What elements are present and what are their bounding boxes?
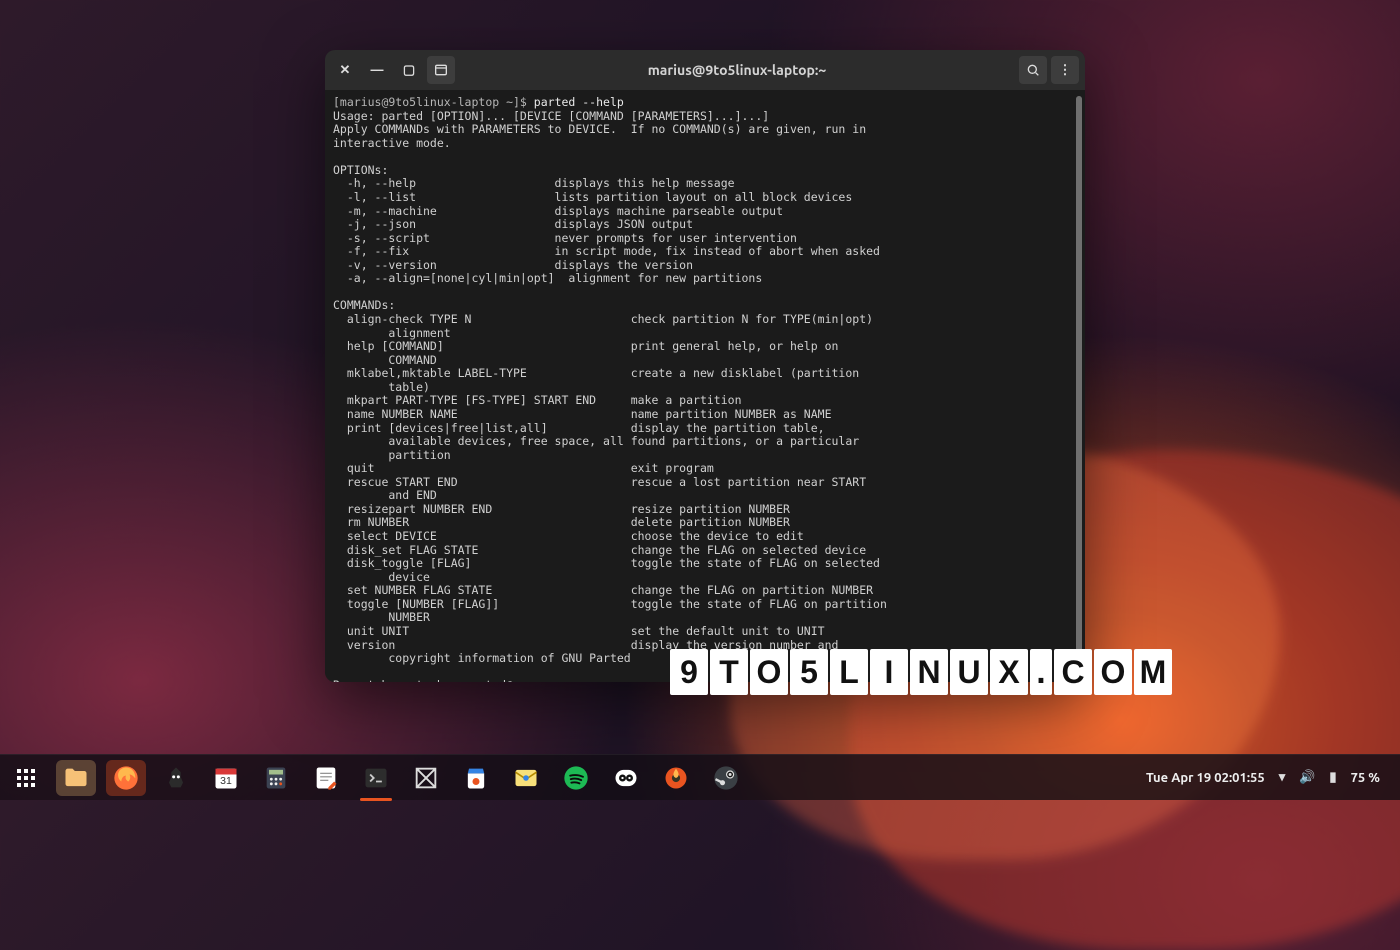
maximize-button[interactable]: ▢ — [395, 56, 423, 84]
terminal-lines: Usage: parted [OPTION]... [DEVICE [COMMA… — [333, 109, 887, 682]
watermark-tile: O — [1094, 649, 1132, 695]
menu-button[interactable]: ⋮ — [1051, 56, 1079, 84]
prompt-host: [marius@9to5linux-laptop ~]$ — [333, 95, 534, 109]
network-icon[interactable]: ▾ — [1279, 770, 1286, 785]
minimize-button[interactable]: — — [363, 56, 391, 84]
dock-icon-files[interactable] — [56, 760, 96, 796]
dock-icon-firefox[interactable] — [106, 760, 146, 796]
dock-icon-show-applications[interactable] — [6, 760, 46, 796]
watermark-tile: L — [830, 649, 868, 695]
dock-icon-text-editor[interactable] — [306, 760, 346, 796]
svg-text:31: 31 — [220, 774, 232, 786]
dock-icon-software[interactable] — [456, 760, 496, 796]
watermark-tile: T — [710, 649, 748, 695]
dock-icon-owl[interactable] — [606, 760, 646, 796]
watermark-tile: I — [870, 649, 908, 695]
volume-icon[interactable]: 🔊 — [1299, 770, 1315, 785]
window-title: marius@9to5linux-laptop:~ — [459, 62, 1015, 78]
watermark-tile: M — [1134, 649, 1172, 695]
close-button[interactable]: ✕ — [331, 56, 359, 84]
new-tab-button[interactable] — [427, 56, 455, 84]
dock-icon-terminal[interactable] — [356, 760, 396, 796]
watermark-tile: 9 — [670, 649, 708, 695]
prompt-command: parted --help — [534, 95, 624, 109]
dock-icon-mail[interactable] — [506, 760, 546, 796]
dock-icon-obs[interactable] — [656, 760, 696, 796]
dock-icon-spotify[interactable] — [556, 760, 596, 796]
taskbar: 31 Tue Apr 19 02:01:55 ▾ 🔊 ▮ 75 % — [0, 754, 1400, 800]
watermark-tile: N — [910, 649, 948, 695]
dock-icon-hollow-knight[interactable] — [156, 760, 196, 796]
dock-icon-steam[interactable] — [706, 760, 746, 796]
site-watermark: 9TO5LINUX.COM — [670, 649, 1172, 695]
watermark-tile: . — [1030, 649, 1052, 695]
watermark-tile: C — [1054, 649, 1092, 695]
watermark-tile: 5 — [790, 649, 828, 695]
terminal-output[interactable]: [marius@9to5linux-laptop ~]$ parted --he… — [325, 90, 1085, 682]
scrollbar-thumb[interactable] — [1076, 96, 1082, 656]
watermark-tile: X — [990, 649, 1028, 695]
terminal-window: ✕ — ▢ marius@9to5linux-laptop:~ ⋮ [mariu… — [325, 50, 1085, 682]
dock-app-list: 31 — [6, 760, 746, 796]
dock-icon-calculator[interactable] — [256, 760, 296, 796]
battery-percent[interactable]: 75 % — [1351, 771, 1380, 785]
watermark-tile: U — [950, 649, 988, 695]
dock-icon-calendar[interactable]: 31 — [206, 760, 246, 796]
system-tray: Tue Apr 19 02:01:55 ▾ 🔊 ▮ 75 % — [1146, 770, 1394, 785]
window-titlebar[interactable]: ✕ — ▢ marius@9to5linux-laptop:~ ⋮ — [325, 50, 1085, 90]
clock[interactable]: Tue Apr 19 02:01:55 — [1146, 771, 1265, 785]
search-button[interactable] — [1019, 56, 1047, 84]
dock-icon-boxes[interactable] — [406, 760, 446, 796]
battery-icon[interactable]: ▮ — [1329, 770, 1336, 785]
watermark-tile: O — [750, 649, 788, 695]
